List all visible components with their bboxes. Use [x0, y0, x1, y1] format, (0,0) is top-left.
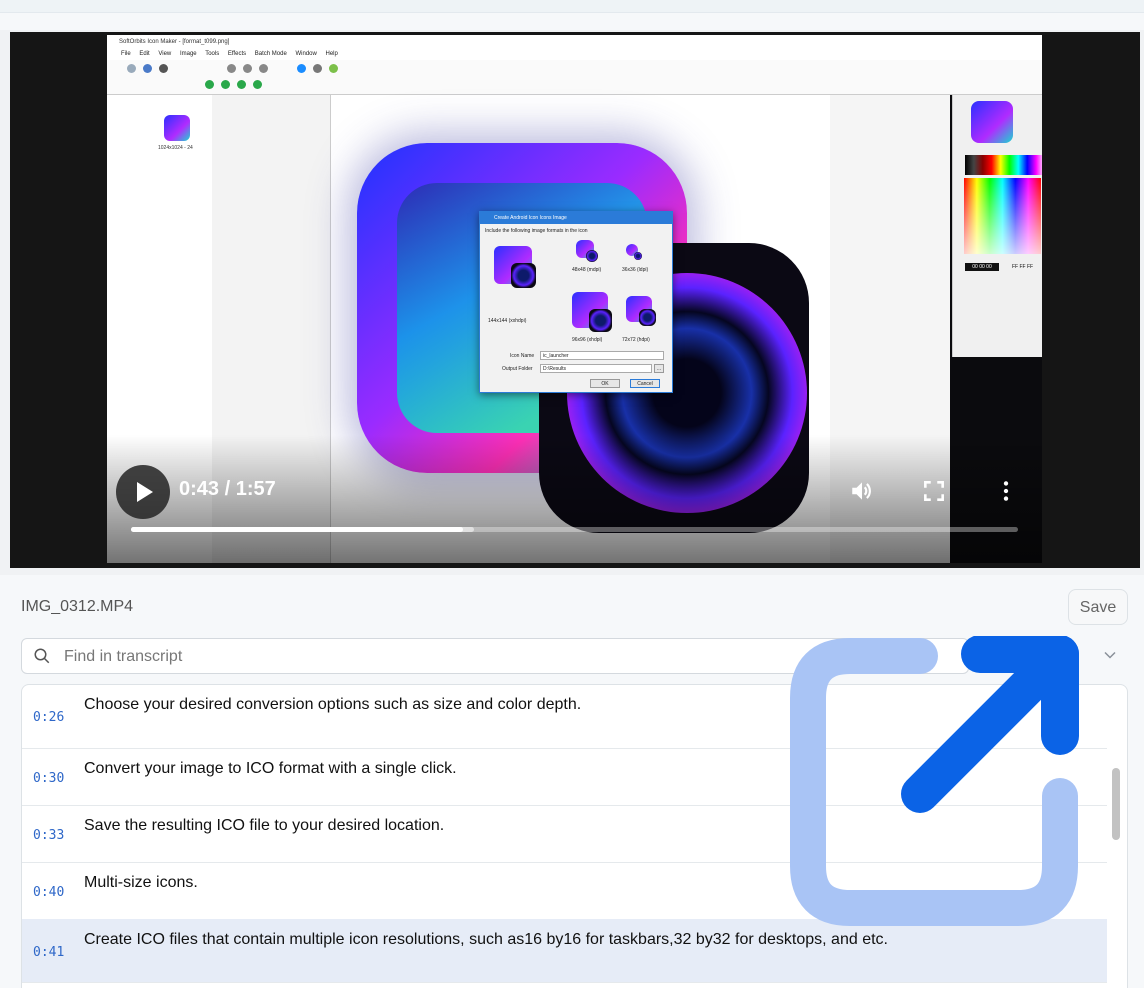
toolbar-icon: [243, 64, 252, 73]
app-menu-item: Edit: [139, 51, 150, 57]
browse-button: ...: [654, 364, 664, 373]
app-menu-item: Batch Mode: [254, 51, 287, 57]
transcript-text: Multi-size icons.: [84, 874, 198, 891]
output-folder-field: D:\Results: [540, 364, 652, 373]
toolbar-icon: [297, 64, 306, 73]
format-icon: [576, 240, 598, 262]
toolbar-icon: [237, 80, 246, 89]
top-bar: [0, 0, 1144, 13]
app-menu-item: Effects: [227, 51, 247, 57]
transcript-text: Create ICO files that contain multiple i…: [84, 931, 888, 948]
video-filename: IMG_0312.MP4: [21, 598, 134, 615]
dialog-ok-button: OK: [590, 379, 620, 388]
toolbar-icon: [253, 80, 262, 89]
app-menu-item: Tools: [205, 51, 220, 57]
app-menu-item: File: [121, 51, 131, 57]
toolbar-icon: [127, 64, 136, 73]
search-icon: [34, 648, 50, 664]
toolbar-icon: [227, 64, 236, 73]
toolbar-icon: [221, 80, 230, 89]
format-checkbox-label: 96x96 (xhdpi): [572, 337, 603, 343]
app-menu-item: Image: [179, 51, 197, 57]
format-icon: [626, 296, 656, 326]
toolbar-icon: [259, 64, 268, 73]
fullscreen-button[interactable]: [921, 478, 947, 504]
app-menu-item: Help: [325, 51, 338, 57]
app-menu-item: View: [158, 51, 172, 57]
format-icon: [572, 292, 612, 332]
transcript-text: Save the resulting ICO file to your desi…: [84, 817, 445, 834]
more-options-button[interactable]: [993, 478, 1019, 504]
more-vert-icon: [1003, 481, 1009, 501]
save-button[interactable]: Save: [1068, 589, 1128, 625]
format-icon: [626, 244, 642, 260]
open-in-new-icon[interactable]: [790, 636, 1080, 926]
play-button[interactable]: [116, 465, 170, 519]
fullscreen-icon: [924, 481, 944, 501]
progress-played: [131, 527, 463, 532]
transcript-timestamp[interactable]: 0:33: [33, 828, 64, 843]
time-display: 0:43 / 1:57: [179, 478, 276, 500]
dialog-subtitle: Include the following image formats in t…: [485, 228, 588, 234]
hex-right: FF FF FF: [1012, 264, 1034, 270]
app-menu-item: Window: [295, 51, 317, 57]
transcript-row-active[interactable]: 0:41 Create ICO files that contain multi…: [22, 919, 1107, 983]
thumbnail-image: [164, 115, 190, 141]
format-icon-large: [494, 246, 536, 288]
toolbar-icon: [205, 80, 214, 89]
toolbar-icon: [313, 64, 322, 73]
icon-name-label: Icon Name: [510, 353, 535, 359]
chevron-down-icon[interactable]: [1100, 645, 1120, 665]
format-checkbox-label: 48x48 (mdpi): [572, 267, 602, 273]
volume-icon: [852, 482, 871, 500]
volume-button[interactable]: [849, 478, 875, 504]
transcript-text: Convert your image to ICO format with a …: [84, 760, 457, 777]
thumbnail-label: 1024x1024 - 24: [158, 145, 193, 151]
color-spectrum: [964, 178, 1041, 254]
android-icons-dialog: Create Android Icon Icons Image Include …: [479, 211, 673, 393]
format-checkbox-label: 36x36 (ldpi): [622, 267, 649, 273]
transcript-timestamp[interactable]: 0:26: [33, 710, 64, 725]
hex-left: 00 00 00: [965, 263, 999, 271]
video-player-section: SoftOrbits Icon Maker - [format_t099.png…: [0, 30, 1144, 575]
dialog-title: Create Android Icon Icons Image: [480, 212, 672, 224]
app-toolbar: [107, 60, 1042, 95]
transcript-timestamp[interactable]: 0:30: [33, 771, 64, 786]
dialog-cancel-button: Cancel: [630, 379, 660, 388]
app-menubar: File Edit View Image Tools Effects Batch…: [107, 49, 1042, 60]
app-title: SoftOrbits Icon Maker - [format_t099.png…: [107, 35, 1042, 49]
output-folder-label: Output Folder: [502, 366, 533, 372]
transcript-scrollbar[interactable]: [1112, 768, 1120, 840]
toolbar-icon: [143, 64, 152, 73]
progress-bar[interactable]: [131, 527, 1018, 532]
icon-name-field: ic_launcher: [540, 351, 664, 360]
transcript-timestamp[interactable]: 0:41: [33, 945, 64, 960]
color-swatches: [965, 155, 1042, 175]
transcript-timestamp[interactable]: 0:40: [33, 885, 64, 900]
preview-image: [971, 101, 1013, 143]
format-checkbox-label: 144x144 (xxhdpi): [488, 318, 527, 324]
toolbar-icon: [329, 64, 338, 73]
transcript-text: Choose your desired conversion options s…: [84, 696, 582, 713]
format-checkbox-label: 72x72 (hdpi): [622, 337, 650, 343]
toolbar-icon: [159, 64, 168, 73]
